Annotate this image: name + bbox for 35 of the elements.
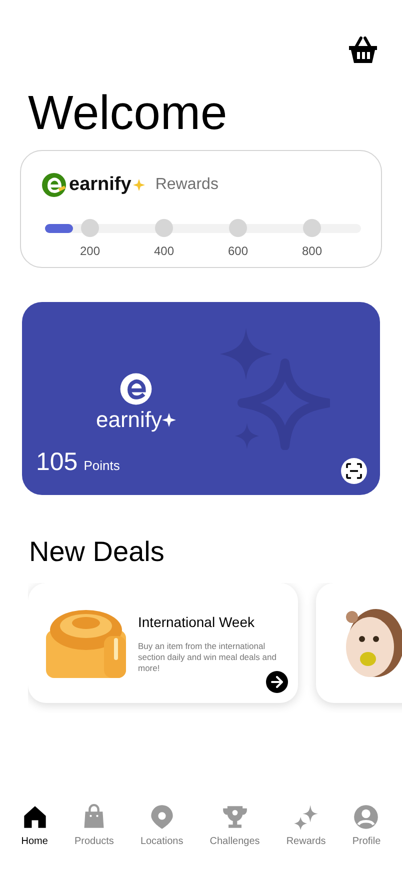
brand-name: earnify <box>69 173 132 197</box>
sparkle-icon <box>162 413 176 427</box>
nav-tab[interactable]: Rewards <box>286 804 326 849</box>
welcome-heading: Welcome <box>28 86 228 142</box>
nav-tab[interactable]: Home <box>21 804 48 849</box>
deal-card[interactable] <box>316 583 402 703</box>
nav-tab[interactable]: Locations <box>140 804 184 849</box>
deal-title: International Week <box>138 613 256 632</box>
logo-icon <box>41 172 67 198</box>
home-icon <box>22 804 48 830</box>
location-pin-icon <box>148 804 175 830</box>
deal-card[interactable]: International Week Buy an item from the international section daily and win meal deals and more! <box>28 583 298 703</box>
trophy-icon <box>222 804 248 830</box>
points-value: 105 <box>36 446 78 478</box>
rewards-label: Rewards <box>155 175 218 196</box>
logo-icon <box>119 372 154 406</box>
nav-tab[interactable]: Profile <box>352 804 381 849</box>
milestone-label: 800 <box>300 242 324 260</box>
arrow-right-icon <box>271 676 283 688</box>
profile-icon <box>353 804 380 830</box>
milestone-label: 400 <box>152 242 176 260</box>
basket-icon[interactable] <box>348 36 378 64</box>
milestone-label: 200 <box>78 242 102 260</box>
arrow-button[interactable] <box>266 671 288 693</box>
points-unit: Points <box>84 456 120 474</box>
scan-button[interactable] <box>341 458 367 484</box>
nav-tab[interactable]: Products <box>74 804 114 849</box>
scan-icon <box>346 463 362 479</box>
brand-name: earnify <box>96 406 162 434</box>
sparkle-icon <box>293 804 320 830</box>
section-title: New Deals <box>29 535 164 569</box>
milestone-label: 600 <box>226 242 250 260</box>
sparkle-icon <box>133 179 146 192</box>
deal-description: Buy an item from the international section daily and win meal deals and more! <box>138 641 278 674</box>
nav-tab[interactable]: Challenges <box>210 804 260 849</box>
